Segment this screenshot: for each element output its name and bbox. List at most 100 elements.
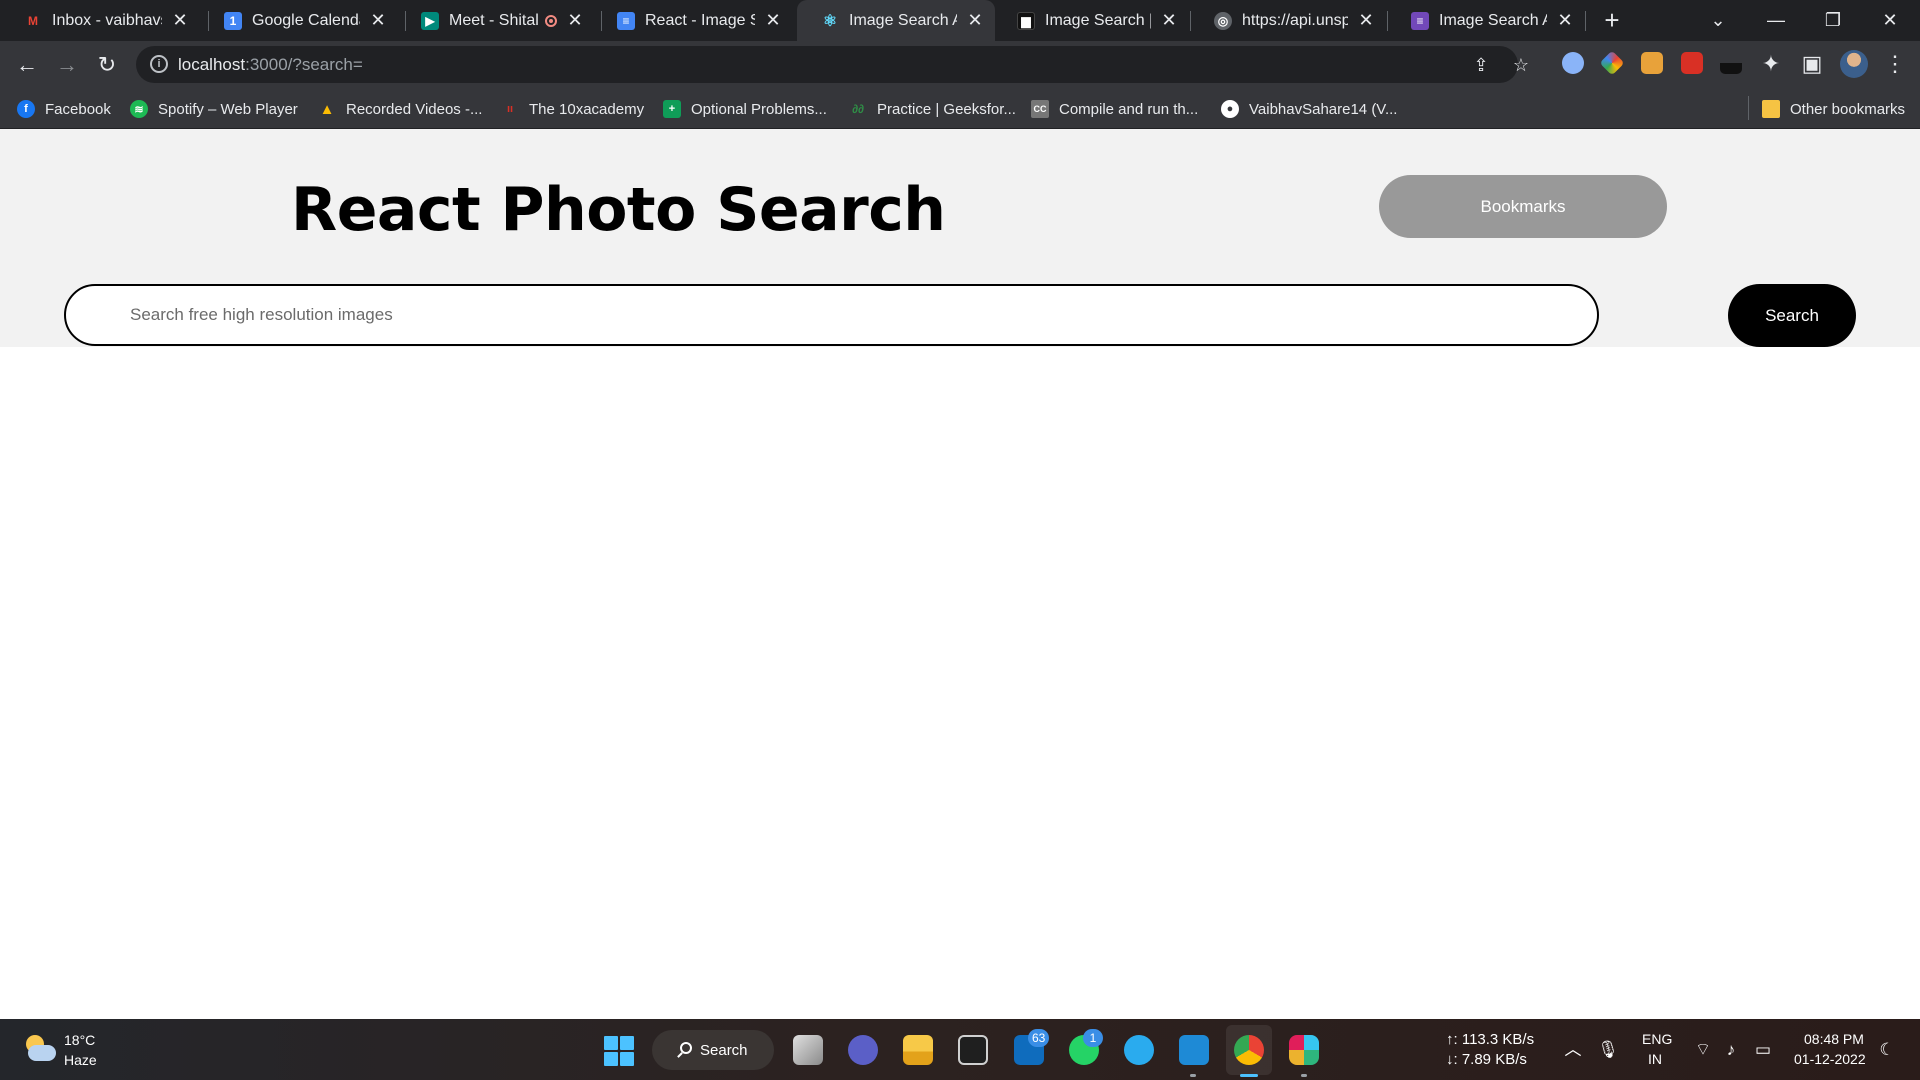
bookmark-github[interactable]: ● VaibhavSahare14 (V...: [1221, 97, 1397, 121]
bookmark-facebook[interactable]: f Facebook: [17, 97, 111, 121]
microphone-icon[interactable]: 🎙: [1597, 1039, 1619, 1061]
close-tab-icon[interactable]: ✕: [1555, 10, 1575, 31]
extension-google-lens-icon[interactable]: [1562, 52, 1584, 74]
new-tab-button[interactable]: +: [1598, 6, 1626, 34]
wifi-icon[interactable]: ⌔: [1692, 1039, 1714, 1061]
bookmark-geeksforgeeks[interactable]: ∂∂ Practice | Geeksfor...: [849, 97, 1016, 121]
tab-title: Google Calendar: [252, 11, 360, 29]
page-title: React Photo Search: [291, 175, 946, 245]
spotify-icon: ≋: [130, 100, 148, 118]
extension-red-icon[interactable]: [1681, 52, 1703, 74]
bookmark-label: Facebook: [45, 100, 111, 118]
address-bar[interactable]: i localhost:3000/?search= ⇪ ☆: [136, 46, 1529, 83]
google-drive-icon: ▲: [319, 100, 335, 118]
weather-icon[interactable]: [22, 1033, 56, 1065]
task-view-icon[interactable]: [793, 1035, 823, 1065]
teams-chat-icon[interactable]: [848, 1035, 878, 1065]
back-icon[interactable]: ←: [9, 47, 45, 83]
tab-title: Image Search Ap: [1439, 11, 1547, 29]
forward-icon[interactable]: →: [49, 47, 85, 83]
extension-notes-icon[interactable]: [1641, 52, 1663, 74]
focus-moon-icon[interactable]: ☾: [1876, 1039, 1898, 1061]
vscode-icon[interactable]: [1179, 1035, 1209, 1065]
page-content: React Photo Search Bookmarks Search: [0, 129, 1920, 1019]
language-indicator[interactable]: ENG: [1642, 1031, 1672, 1047]
bookmark-label: Spotify – Web Player: [158, 100, 298, 118]
close-tab-icon[interactable]: ✕: [965, 10, 985, 31]
vscode-running-indicator: [1190, 1074, 1196, 1077]
more-menu-icon[interactable]: ⋮: [1884, 50, 1906, 78]
side-panel-icon[interactable]: ▣: [1794, 46, 1830, 82]
chrome-icon[interactable]: [1234, 1035, 1264, 1065]
tab-strip: M Inbox - vaibhavsa ✕ 1 Google Calendar …: [0, 0, 1920, 41]
close-tab-icon[interactable]: ✕: [368, 10, 388, 31]
sheets-icon: +: [663, 100, 681, 118]
weather-temp[interactable]: 18°C: [64, 1032, 95, 1048]
puzzle-icon[interactable]: ✦: [1753, 46, 1789, 82]
tab-search-icon[interactable]: ⌄: [1690, 0, 1746, 41]
slack-icon[interactable]: [1289, 1035, 1319, 1065]
network-download-speed: ↓: 7.89 KB/s: [1446, 1051, 1527, 1068]
tab-title: Meet - Shital: [449, 11, 539, 29]
bookmarks-button[interactable]: Bookmarks: [1379, 175, 1667, 238]
site-info-icon[interactable]: i: [150, 55, 168, 73]
chevron-up-icon[interactable]: ︿: [1562, 1039, 1584, 1061]
close-tab-icon[interactable]: ✕: [1159, 10, 1179, 31]
tab-api-unsplash[interactable]: ◎ https://api.unspla ✕: [1190, 0, 1386, 41]
volume-icon[interactable]: ♪: [1720, 1039, 1742, 1061]
bookmark-label: The 10xacademy: [529, 100, 645, 118]
bookmark-star-icon[interactable]: ☆: [1510, 54, 1532, 76]
telegram-icon[interactable]: [1124, 1035, 1154, 1065]
geeksforgeeks-icon: ∂∂: [852, 102, 864, 116]
search-button[interactable]: Search: [1728, 284, 1856, 347]
extension-dark-icon[interactable]: [1720, 52, 1742, 74]
close-window-icon[interactable]: ✕: [1862, 0, 1918, 41]
close-tab-icon[interactable]: ✕: [565, 10, 585, 31]
meet-icon: ▶: [421, 11, 439, 30]
cc-icon: CC: [1031, 100, 1049, 118]
taskbar-search[interactable]: Search: [652, 1030, 774, 1070]
bookmark-10xacademy[interactable]: ıı The 10xacademy: [501, 97, 644, 121]
share-icon[interactable]: ⇪: [1470, 54, 1492, 76]
battery-icon[interactable]: ▭: [1752, 1039, 1774, 1061]
tab-unsplash[interactable]: ▆ Image Search | U ✕: [993, 0, 1189, 41]
restore-icon[interactable]: ❐: [1805, 0, 1861, 41]
taskbar: 18°C Haze Search 63 1 ↑: 113.3 KB/s ↓: 7…: [0, 1019, 1920, 1080]
clock-time[interactable]: 08:48 PM: [1804, 1031, 1864, 1047]
facebook-icon: f: [17, 100, 35, 118]
close-tab-icon[interactable]: ✕: [170, 10, 190, 31]
tab-meet[interactable]: ▶ Meet - Shital ✕: [397, 0, 595, 41]
notion-icon[interactable]: [958, 1035, 988, 1065]
network-upload-speed: ↑: 113.3 KB/s: [1446, 1031, 1535, 1048]
reload-icon[interactable]: ↻: [89, 47, 125, 83]
calendar-icon: 1: [224, 11, 242, 30]
tab-image-search-app-2[interactable]: ≡ Image Search Ap ✕: [1387, 0, 1585, 41]
clock-date[interactable]: 01-12-2022: [1794, 1051, 1866, 1067]
search-input[interactable]: [64, 284, 1599, 346]
close-tab-icon[interactable]: ✕: [1356, 10, 1376, 31]
10x-icon: ıı: [506, 103, 514, 115]
windows-start-icon[interactable]: [604, 1036, 634, 1066]
other-bookmarks[interactable]: Other bookmarks: [1762, 97, 1905, 121]
tab-title: Image Search | U: [1045, 11, 1151, 29]
bookmark-compile-and-run[interactable]: CC Compile and run th...: [1031, 97, 1198, 121]
minimize-icon[interactable]: —: [1748, 0, 1804, 41]
tab-title: Image Search Ap: [849, 11, 957, 29]
bookmark-spotify[interactable]: ≋ Spotify – Web Player: [130, 97, 298, 121]
extension-color-picker-icon[interactable]: [1599, 50, 1625, 76]
search-icon: [680, 1042, 692, 1054]
profile-avatar[interactable]: [1840, 50, 1868, 78]
bookmark-recorded-videos[interactable]: ▲ Recorded Videos -...: [318, 97, 483, 121]
bookmark-optional-problems[interactable]: + Optional Problems...: [663, 97, 827, 121]
weather-condition[interactable]: Haze: [64, 1052, 97, 1068]
tab-image-search-app-active[interactable]: ⚛ Image Search Ap ✕: [797, 0, 995, 41]
tab-react-image-search-doc[interactable]: ≡ React - Image Sea ✕: [593, 0, 793, 41]
region-indicator[interactable]: IN: [1648, 1051, 1662, 1067]
tab-gmail[interactable]: M Inbox - vaibhavsa ✕: [0, 0, 200, 41]
tab-google-calendar[interactable]: 1 Google Calendar ✕: [200, 0, 398, 41]
app-header: React Photo Search Bookmarks Search: [0, 129, 1920, 347]
close-tab-icon[interactable]: ✕: [763, 10, 783, 31]
url-text[interactable]: localhost:3000/?search=: [178, 55, 363, 75]
file-explorer-icon[interactable]: [903, 1035, 933, 1065]
tab-title: React - Image Sea: [645, 11, 755, 29]
